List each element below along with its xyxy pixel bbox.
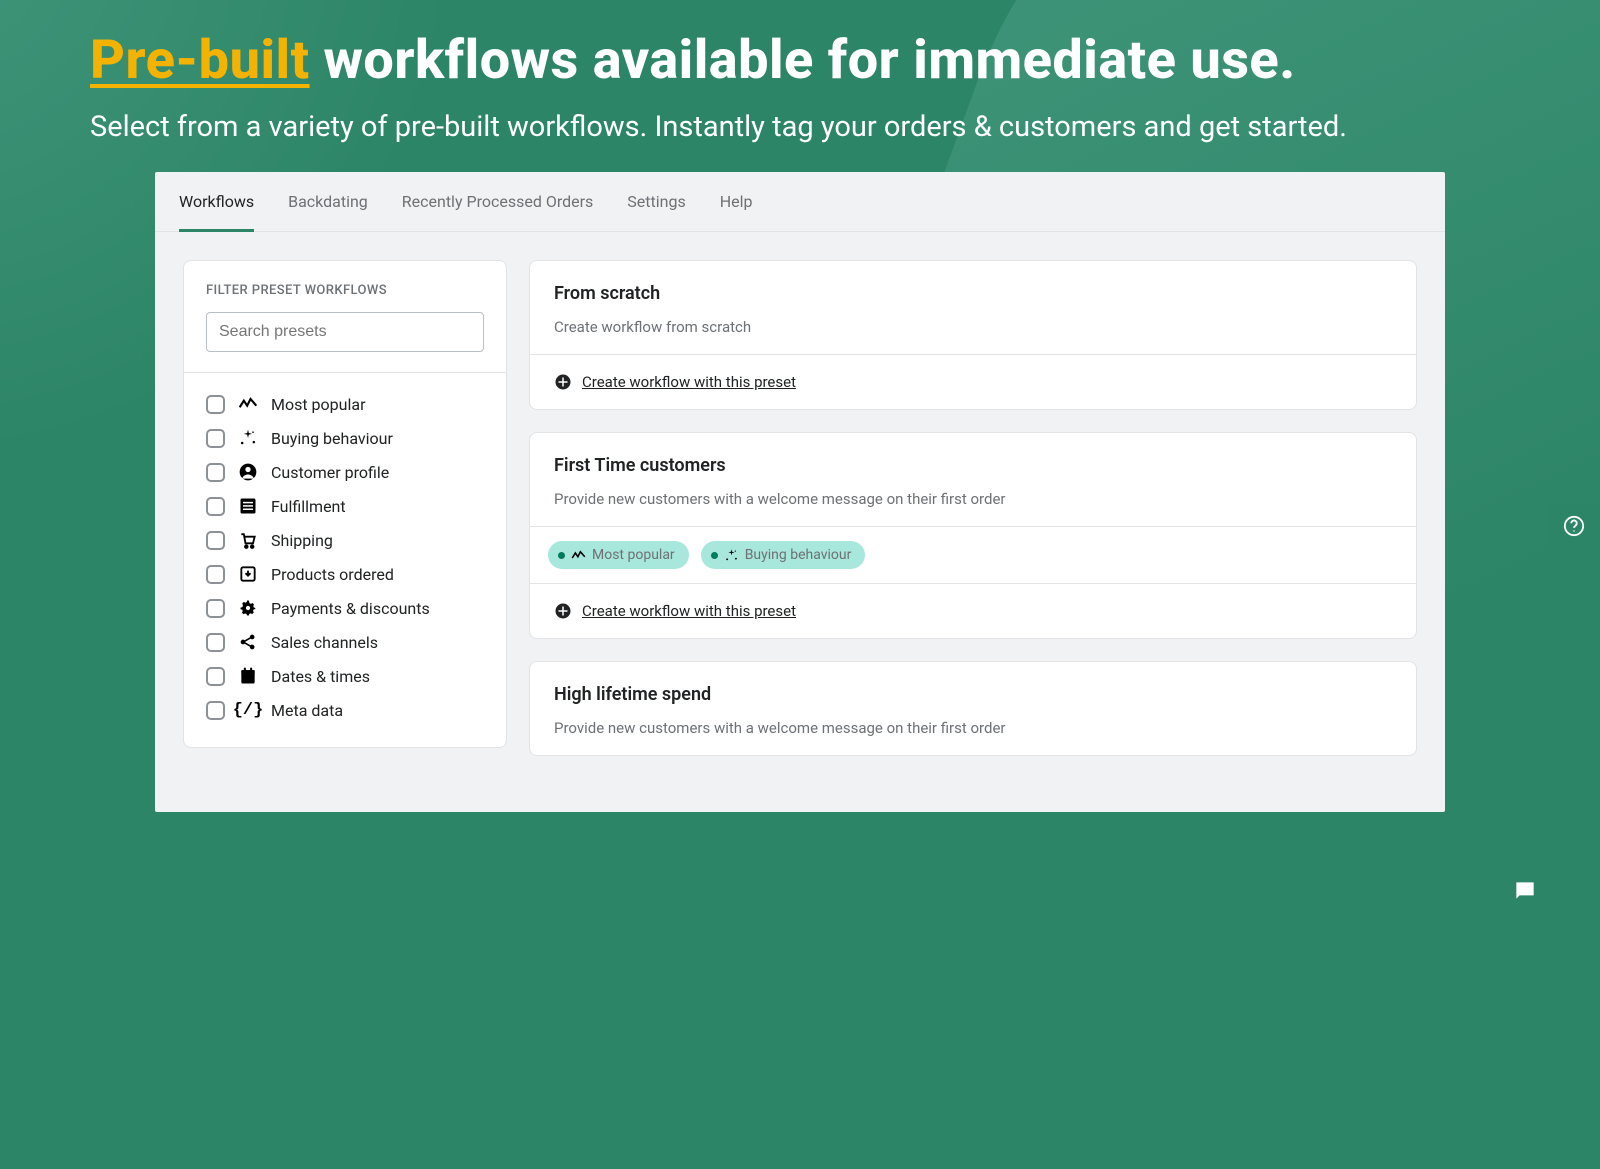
checkbox[interactable] xyxy=(206,565,225,584)
filter-sales-channels[interactable]: Sales channels xyxy=(206,631,484,653)
preset-card: High lifetime spend Provide new customers… xyxy=(529,661,1417,756)
checkbox[interactable] xyxy=(206,497,225,516)
search-input[interactable] xyxy=(206,312,484,352)
filter-label: Customer profile xyxy=(271,463,389,482)
checkbox[interactable] xyxy=(206,701,225,720)
gear-icon xyxy=(237,597,259,619)
checkbox[interactable] xyxy=(206,531,225,550)
chat-fab[interactable] xyxy=(1494,860,1556,922)
share-icon xyxy=(237,631,259,653)
person-icon xyxy=(237,461,259,483)
preset-description: Provide new customers with a welcome mes… xyxy=(554,490,1392,508)
checkbox[interactable] xyxy=(206,429,225,448)
filter-label: Dates & times xyxy=(271,667,370,686)
filter-payments-discounts[interactable]: Payments & discounts xyxy=(206,597,484,619)
tag-label: Most popular xyxy=(592,547,675,563)
preset-description: Provide new customers with a welcome mes… xyxy=(554,719,1392,737)
tab-help[interactable]: Help xyxy=(720,192,753,231)
help-icon xyxy=(1563,515,1585,537)
hero-subtitle: Select from a variety of pre-built workf… xyxy=(90,110,1510,144)
calendar-icon xyxy=(237,665,259,687)
plus-circle-icon xyxy=(554,602,572,620)
tag-label: Buying behaviour xyxy=(745,547,852,563)
filter-buying-behaviour[interactable]: Buying behaviour xyxy=(206,427,484,449)
checkbox[interactable] xyxy=(206,599,225,618)
create-preset-link[interactable]: Create workflow with this preset xyxy=(582,373,796,391)
preset-title: First Time customers xyxy=(554,455,1392,476)
checkbox[interactable] xyxy=(206,667,225,686)
preset-card: First Time customers Provide new customer… xyxy=(529,432,1417,639)
create-preset-link[interactable]: Create workflow with this preset xyxy=(582,602,796,620)
filter-sidebar: FILTER PRESET WORKFLOWS Most popular Buyi… xyxy=(183,260,507,748)
app-content: FILTER PRESET WORKFLOWS Most popular Buyi… xyxy=(155,232,1445,784)
filter-meta-data[interactable]: {/} Meta data xyxy=(206,699,484,721)
preset-description: Create workflow from scratch xyxy=(554,318,1392,336)
chart-icon xyxy=(571,548,586,563)
preset-list: From scratch Create workflow from scratch… xyxy=(529,260,1417,756)
filter-label: Sales channels xyxy=(271,633,378,652)
list-icon xyxy=(237,495,259,517)
filter-label: Meta data xyxy=(271,701,343,720)
preset-card: From scratch Create workflow from scratch… xyxy=(529,260,1417,410)
chat-icon xyxy=(1512,878,1538,904)
filter-shipping[interactable]: Shipping xyxy=(206,529,484,551)
filter-customer-profile[interactable]: Customer profile xyxy=(206,461,484,483)
hero-section: Pre-built workflows available for immedi… xyxy=(0,0,1600,154)
plus-circle-icon xyxy=(554,373,572,391)
dot-icon xyxy=(711,552,718,559)
filter-heading: FILTER PRESET WORKFLOWS xyxy=(206,283,484,298)
help-tab-button[interactable] xyxy=(1548,505,1600,547)
filter-fulfillment[interactable]: Fulfillment xyxy=(206,495,484,517)
preset-title: From scratch xyxy=(554,283,1392,304)
filter-most-popular[interactable]: Most popular xyxy=(206,393,484,415)
filter-list: Most popular Buying behaviour Customer pro… xyxy=(206,393,484,721)
code-icon: {/} xyxy=(237,699,259,721)
preset-footer: Create workflow with this preset xyxy=(530,354,1416,409)
download-icon xyxy=(237,563,259,585)
hero-title-rest: workflows available for immediate use. xyxy=(310,29,1296,92)
sparkle-icon xyxy=(724,548,739,563)
tab-backdating[interactable]: Backdating xyxy=(288,192,368,231)
hero-title: Pre-built workflows available for immedi… xyxy=(90,30,1510,92)
dot-icon xyxy=(558,552,565,559)
checkbox[interactable] xyxy=(206,633,225,652)
tag-pill: Buying behaviour xyxy=(701,541,866,569)
tab-settings[interactable]: Settings xyxy=(627,192,685,231)
preset-footer: Create workflow with this preset xyxy=(530,583,1416,638)
app-window: Workflows Backdating Recently Processed Or… xyxy=(155,172,1445,812)
tab-bar: Workflows Backdating Recently Processed Or… xyxy=(155,172,1445,232)
sparkle-icon xyxy=(237,427,259,449)
divider xyxy=(184,372,506,373)
preset-tags: Most popular Buying behaviour xyxy=(530,526,1416,583)
hero-highlight: Pre-built xyxy=(90,29,310,92)
checkbox[interactable] xyxy=(206,395,225,414)
preset-title: High lifetime spend xyxy=(554,684,1392,705)
filter-products-ordered[interactable]: Products ordered xyxy=(206,563,484,585)
tab-workflows[interactable]: Workflows xyxy=(179,192,254,232)
filter-label: Payments & discounts xyxy=(271,599,430,618)
chart-icon xyxy=(237,393,259,415)
filter-dates-times[interactable]: Dates & times xyxy=(206,665,484,687)
filter-label: Buying behaviour xyxy=(271,429,393,448)
filter-label: Products ordered xyxy=(271,565,394,584)
filter-label: Shipping xyxy=(271,531,333,550)
filter-label: Most popular xyxy=(271,395,365,414)
tab-recently-processed-orders[interactable]: Recently Processed Orders xyxy=(402,192,594,231)
checkbox[interactable] xyxy=(206,463,225,482)
cart-icon xyxy=(237,529,259,551)
tag-pill: Most popular xyxy=(548,541,689,569)
filter-label: Fulfillment xyxy=(271,497,346,516)
